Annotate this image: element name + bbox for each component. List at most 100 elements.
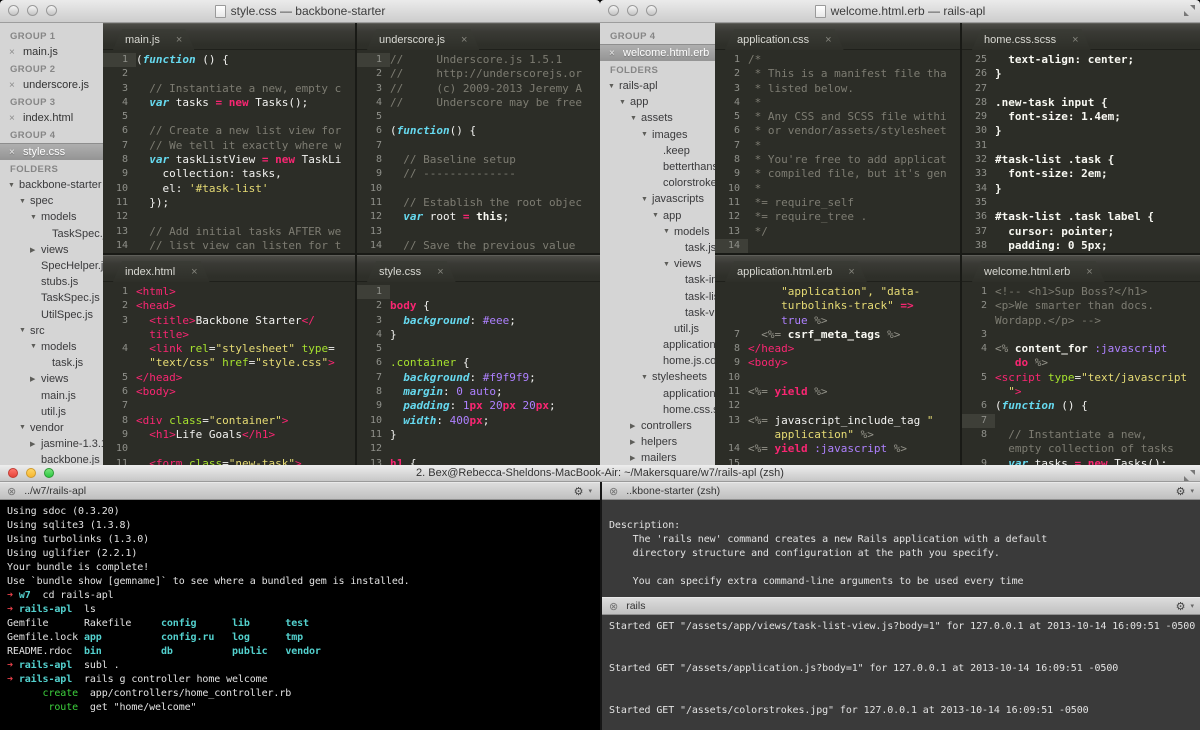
tab-index-html[interactable]: index.html× xyxy=(113,261,210,282)
traffic-lights[interactable] xyxy=(608,5,657,16)
tree-item-stubs-js[interactable]: stubs.js xyxy=(0,274,103,290)
tree-item-backbone-starter[interactable]: ▼backbone-starter xyxy=(0,177,103,193)
tree-item-home-js-coffe[interactable]: home.js.coffe xyxy=(600,353,715,369)
tree-item-task-vie[interactable]: task-vie xyxy=(600,305,715,321)
terminal-tab-close-icon[interactable]: ⊗ xyxy=(609,485,618,498)
close-window-icon[interactable] xyxy=(608,5,619,16)
tree-item-app[interactable]: ▼app xyxy=(600,94,715,110)
tree-item-task-inp[interactable]: task-inp xyxy=(600,272,715,288)
tab-underscore-js[interactable]: underscore.js× xyxy=(367,29,479,50)
tree-item-src[interactable]: ▼src xyxy=(0,323,103,339)
tree-item-stylesheets[interactable]: ▼stylesheets xyxy=(600,369,715,385)
editor-pane-welcome-html-erb[interactable]: welcome.html.erb×1<!-- <h1>Sup Boss?</h1… xyxy=(960,253,1200,467)
close-file-icon[interactable]: × xyxy=(9,113,19,124)
terminal-tab-close-icon[interactable]: ⊗ xyxy=(609,600,618,613)
tree-item-taskspec-js[interactable]: TaskSpec.js xyxy=(0,226,103,242)
editor-pane-style-css[interactable]: style.css×12body {3 background: #eee;4}5… xyxy=(355,253,600,467)
tree-item-task-list[interactable]: task-list xyxy=(600,288,715,304)
dropdown-arrow-icon[interactable]: ▾ xyxy=(1190,602,1194,610)
close-file-icon[interactable]: × xyxy=(9,80,19,91)
editor-pane-application-html-erb[interactable]: application.html.erb× "application", "da… xyxy=(715,253,960,467)
tree-item-vendor[interactable]: ▼vendor xyxy=(0,420,103,436)
tab-close-icon[interactable]: × xyxy=(461,34,467,46)
terminal-tab-close-icon[interactable]: ⊗ xyxy=(7,485,16,498)
tree-item-application-c[interactable]: application.c xyxy=(600,386,715,402)
tab-close-icon[interactable]: × xyxy=(191,266,197,278)
tab-close-icon[interactable]: × xyxy=(437,266,443,278)
editor-pane-index-html[interactable]: index.html×1<html>2<head>3 <title>Backbo… xyxy=(103,253,355,467)
tab-close-icon[interactable]: × xyxy=(1086,266,1092,278)
editor-pane-main-js[interactable]: main.js×1(function () {23 // Instantiate… xyxy=(103,23,355,253)
gear-icon[interactable]: ⚙ xyxy=(1176,485,1186,498)
tree-item-models[interactable]: ▼models xyxy=(0,339,103,355)
tree-item-keep[interactable]: .keep xyxy=(600,143,715,159)
tree-item-views[interactable]: ▶views xyxy=(0,371,103,387)
terminal-pane-left[interactable]: ⊗../w7/rails-apl⚙▾Using sdoc (0.3.20)Usi… xyxy=(0,482,600,730)
tree-item-assets[interactable]: ▼assets xyxy=(600,110,715,126)
editor-pane-underscore-js[interactable]: underscore.js×1// Underscore.js 1.5.12//… xyxy=(355,23,600,253)
tree-item-images[interactable]: ▼images xyxy=(600,127,715,143)
close-file-icon[interactable]: × xyxy=(9,47,19,58)
tab-main-js[interactable]: main.js× xyxy=(113,29,194,50)
tree-item-task-js[interactable]: task.js xyxy=(600,240,715,256)
tab-close-icon[interactable]: × xyxy=(176,34,182,46)
open-file-style-css[interactable]: ×style.css xyxy=(0,143,103,160)
dropdown-arrow-icon[interactable]: ▾ xyxy=(1190,487,1194,495)
tab-close-icon[interactable]: × xyxy=(825,34,831,46)
zoom-window-icon[interactable] xyxy=(46,5,57,16)
zoom-window-icon[interactable] xyxy=(646,5,657,16)
close-window-icon[interactable] xyxy=(8,468,18,478)
tree-item-util-js[interactable]: util.js xyxy=(600,321,715,337)
tree-item-models[interactable]: ▼models xyxy=(0,209,103,225)
tree-item-models[interactable]: ▼models xyxy=(600,224,715,240)
tree-item-home-css-scs[interactable]: home.css.scs xyxy=(600,402,715,418)
gear-icon[interactable]: ⚙ xyxy=(1176,600,1186,613)
tree-item-rails-apl[interactable]: ▼rails-apl xyxy=(600,78,715,94)
resize-corner-icon[interactable] xyxy=(1184,5,1195,16)
window-titlebar[interactable]: style.css — backbone-starter xyxy=(0,0,600,23)
close-file-icon[interactable]: × xyxy=(609,48,619,59)
dropdown-arrow-icon[interactable]: ▾ xyxy=(588,487,592,495)
resize-corner-icon[interactable] xyxy=(1184,470,1195,481)
tab-home-css-scss[interactable]: home.css.scss× xyxy=(972,29,1091,50)
tree-item-betterthansw[interactable]: betterthansw xyxy=(600,159,715,175)
zoom-window-icon[interactable] xyxy=(44,468,54,478)
terminal-pane-right-top[interactable]: ⊗..kbone-starter (zsh)⚙▾Description: The… xyxy=(600,482,1200,597)
tree-item-jasmine-1-3-1[interactable]: ▶jasmine-1.3.1 xyxy=(0,436,103,452)
tree-item-main-js[interactable]: main.js xyxy=(0,387,103,403)
gear-icon[interactable]: ⚙ xyxy=(574,485,584,498)
editor-pane-home-css-scss[interactable]: home.css.scss×25 text-align: center;26}2… xyxy=(960,23,1200,253)
tree-item-spechelper-js[interactable]: SpecHelper.js xyxy=(0,258,103,274)
open-file-welcome-html-erb[interactable]: ×welcome.html.erb xyxy=(600,44,715,61)
editor-pane-application-css[interactable]: application.css×1/*2 * This is a manifes… xyxy=(715,23,960,253)
tree-item-task-js[interactable]: task.js xyxy=(0,355,103,371)
tree-item-views[interactable]: ▼views xyxy=(600,256,715,272)
open-file-index-html[interactable]: ×index.html xyxy=(0,110,103,126)
open-file-main-js[interactable]: ×main.js xyxy=(0,44,103,60)
tree-item-utilspec-js[interactable]: UtilSpec.js xyxy=(0,307,103,323)
terminal-titlebar[interactable]: 2. Bex@Rebecca-Sheldons-MacBook-Air: ~/M… xyxy=(0,465,1200,482)
minimize-window-icon[interactable] xyxy=(27,5,38,16)
tree-item-controllers[interactable]: ▶controllers xyxy=(600,418,715,434)
tree-item-colorstrokes[interactable]: colorstrokes. xyxy=(600,175,715,191)
traffic-lights[interactable] xyxy=(8,468,54,478)
close-window-icon[interactable] xyxy=(8,5,19,16)
tab-welcome-html-erb[interactable]: welcome.html.erb× xyxy=(972,261,1105,282)
tree-item-views[interactable]: ▶views xyxy=(0,242,103,258)
minimize-window-icon[interactable] xyxy=(627,5,638,16)
open-file-underscore-js[interactable]: ×underscore.js xyxy=(0,77,103,93)
tree-item-taskspec-js[interactable]: TaskSpec.js xyxy=(0,290,103,306)
tree-item-javascripts[interactable]: ▼javascripts xyxy=(600,191,715,207)
tab-close-icon[interactable]: × xyxy=(1072,34,1078,46)
terminal-pane-right-bottom[interactable]: ⊗rails⚙▾Started GET "/assets/app/views/t… xyxy=(600,597,1200,730)
traffic-lights[interactable] xyxy=(8,5,57,16)
tab-application-css[interactable]: application.css× xyxy=(725,29,844,50)
tab-close-icon[interactable]: × xyxy=(848,266,854,278)
tree-item-app[interactable]: ▼app xyxy=(600,208,715,224)
tree-item-helpers[interactable]: ▶helpers xyxy=(600,434,715,450)
tree-item-spec[interactable]: ▼spec xyxy=(0,193,103,209)
tab-style-css[interactable]: style.css× xyxy=(367,261,456,282)
window-titlebar[interactable]: welcome.html.erb — rails-apl xyxy=(600,0,1200,23)
tree-item-util-js[interactable]: util.js xyxy=(0,404,103,420)
close-file-icon[interactable]: × xyxy=(9,147,19,158)
